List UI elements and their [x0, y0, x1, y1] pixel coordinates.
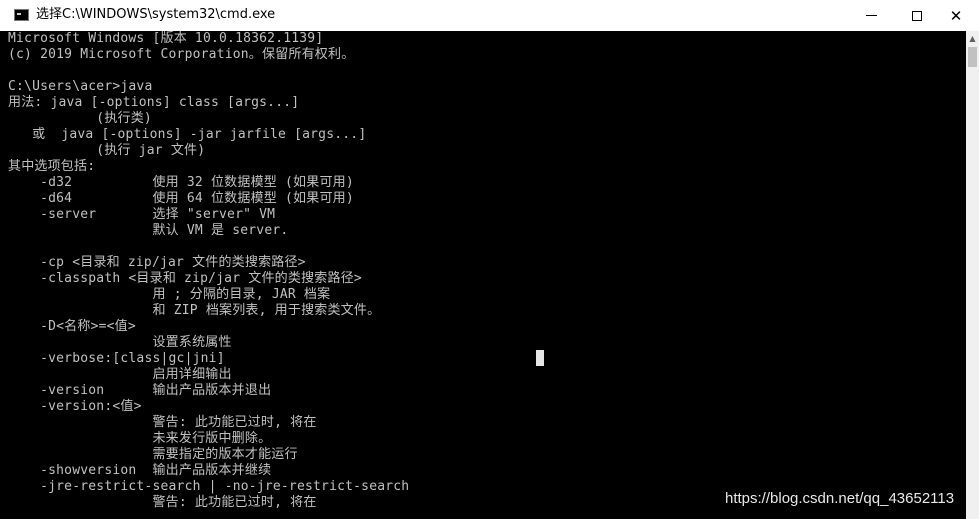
minimize-button[interactable] — [848, 0, 894, 31]
console-text: Microsoft Windows [版本 10.0.18362.1139] (… — [8, 31, 410, 510]
scroll-up-arrow-icon[interactable]: ▲ — [966, 31, 979, 45]
title-bar[interactable]: 选择C:\WINDOWS\system32\cmd.exe ✕ — [0, 0, 979, 31]
close-icon: ✕ — [949, 6, 963, 25]
scroll-thumb[interactable] — [968, 47, 977, 67]
window-title: 选择C:\WINDOWS\system32\cmd.exe — [36, 7, 276, 22]
text-cursor — [536, 350, 544, 366]
console-output[interactable]: Microsoft Windows [版本 10.0.18362.1139] (… — [0, 31, 966, 519]
minimize-icon — [865, 15, 877, 16]
maximize-icon — [912, 10, 922, 21]
watermark: https://blog.csdn.net/qq_43652113 — [725, 490, 955, 507]
console-app-icon[interactable] — [14, 9, 29, 21]
close-button[interactable]: ✕ — [933, 0, 979, 31]
vertical-scrollbar[interactable]: ▲ — [966, 31, 979, 519]
cmd-window: 选择C:\WINDOWS\system32\cmd.exe ✕ Microsof… — [0, 0, 979, 519]
